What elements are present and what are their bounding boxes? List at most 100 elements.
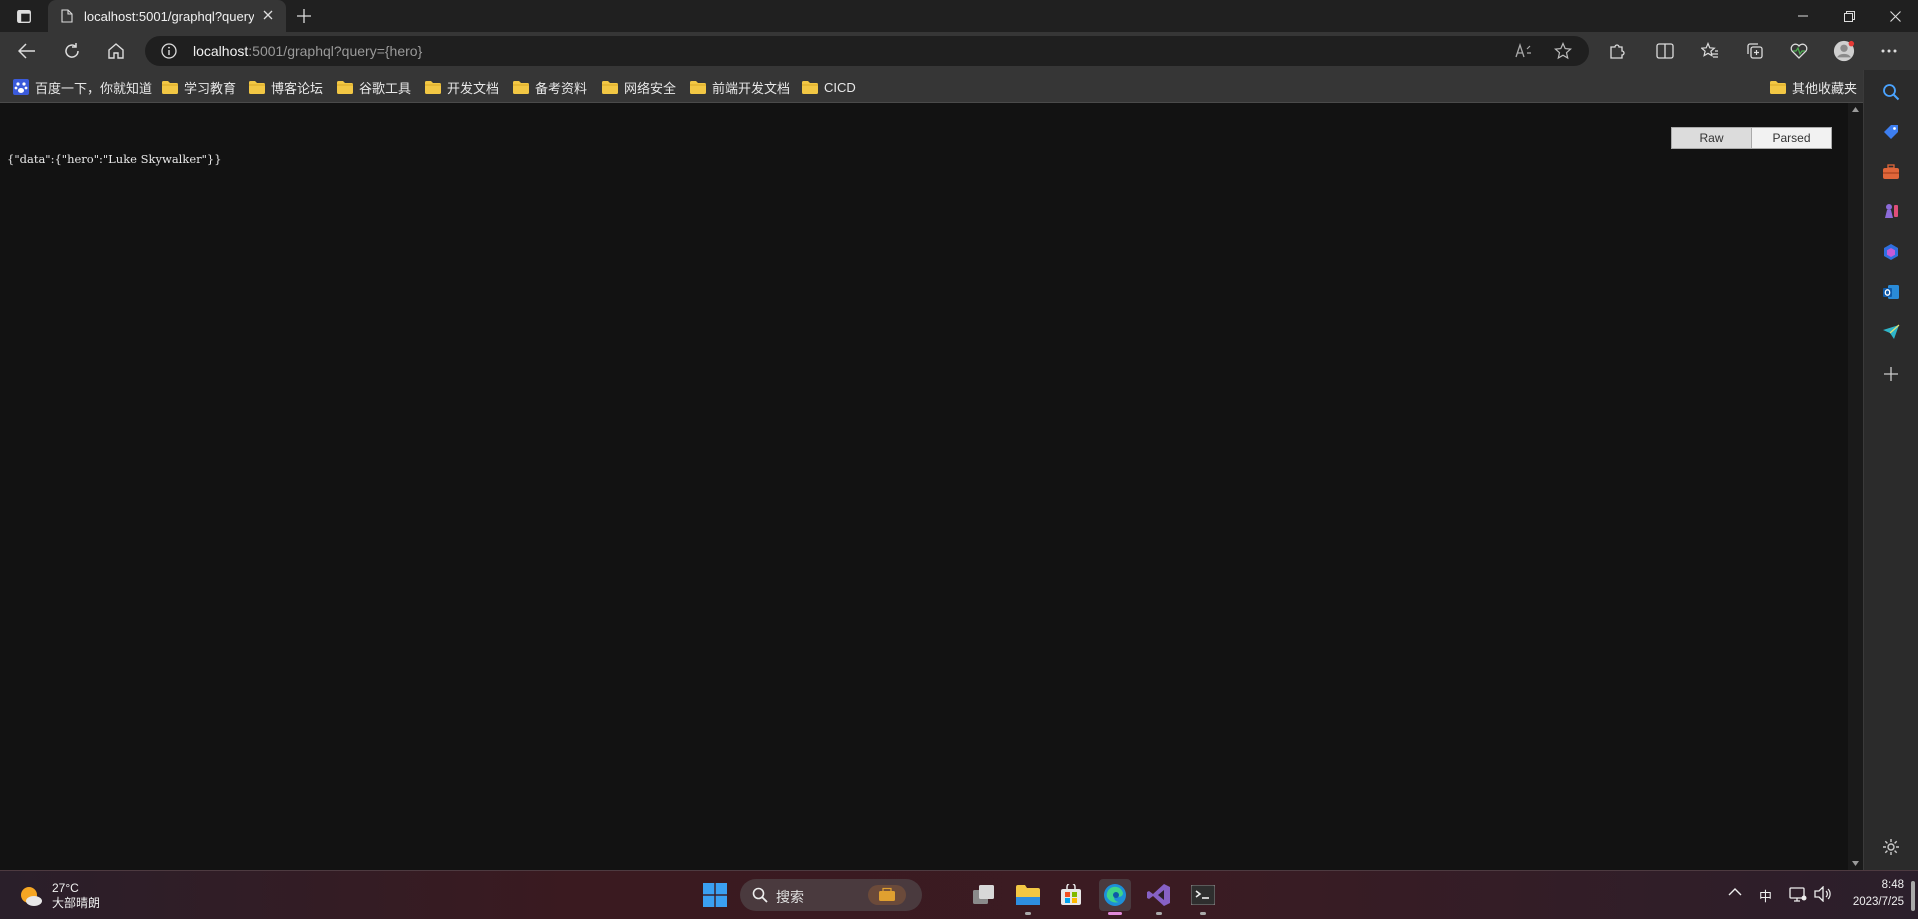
bookmark-folder[interactable]: 开发文档 [425,78,499,96]
start-button[interactable] [699,879,731,911]
sidebar-games-button[interactable] [1881,201,1901,221]
clock-time: 8:48 [1881,879,1904,891]
bookmark-folder[interactable]: 前端开发文档 [690,78,790,96]
bookmark-label: 网络安全 [624,80,677,96]
other-bookmarks-label: 其他收藏夹 [1792,80,1858,96]
new-tab-button[interactable] [294,6,314,26]
show-hidden-icons-button[interactable] [1728,887,1742,897]
home-button[interactable] [105,40,127,62]
chevron-up-icon [1728,888,1742,896]
restore-button[interactable] [1826,0,1872,32]
folder-icon [337,80,353,94]
minimize-button[interactable] [1780,0,1826,32]
read-aloud-button[interactable] [1515,42,1533,60]
terminal-button[interactable] [1187,879,1219,915]
taskbar-search[interactable]: 搜索 [740,879,922,911]
edge-taskbar-button[interactable] [1099,879,1131,915]
browser-essentials-button[interactable] [1788,40,1810,62]
home-icon [108,43,124,59]
browser-tab[interactable]: localhost:5001/graphql?query={h [48,0,286,32]
sidebar-add-button[interactable] [1881,364,1901,384]
folder-icon [802,80,818,94]
url-path: :5001/graphql?query={hero} [248,43,423,59]
refresh-button[interactable] [61,40,83,62]
refresh-icon [65,43,79,58]
site-info-icon[interactable] [161,43,177,59]
bookmark-label: 备考资料 [535,80,588,96]
folder-icon [425,80,441,94]
sidebar-tools-button[interactable] [1881,162,1901,182]
extensions-button[interactable] [1606,40,1628,62]
bookmark-folder[interactable]: 网络安全 [602,78,676,96]
running-indicator [1156,912,1162,915]
paper-plane-icon [1883,324,1900,339]
bookmark-folder[interactable]: 备考资料 [513,78,587,96]
visual-studio-button[interactable] [1143,879,1175,915]
folder-icon [162,80,178,94]
address-bar[interactable]: localhost:5001/graphql?query={hero} [145,36,1589,66]
network-icon [1789,887,1807,902]
collections-button[interactable] [1744,40,1766,62]
tag-icon [1884,125,1898,139]
favorite-button[interactable] [1554,42,1572,60]
back-button[interactable] [16,40,38,62]
bookmark-label: 博客论坛 [271,80,324,96]
visual-studio-icon [1147,884,1170,906]
terminal-icon [1191,885,1215,905]
bookmark-label: 百度一下，你就知道 [35,80,153,96]
partly-sunny-icon [21,887,42,906]
favorites-button[interactable] [1699,40,1721,62]
settings-more-button[interactable] [1878,40,1900,62]
bookmark-folder[interactable]: 学习教育 [162,78,236,96]
read-aloud-icon [1515,43,1531,58]
search-icon [1883,84,1900,101]
chess-icon [1885,204,1898,218]
other-bookmarks[interactable]: 其他收藏夹 [1770,78,1857,96]
outlook-icon [1883,285,1899,299]
bookmark-label: CICD [824,79,856,95]
bookmark-label: 开发文档 [447,80,500,96]
bookmark-folder[interactable]: 谷歌工具 [337,78,411,96]
plus-icon [297,9,311,23]
bookmark-folder[interactable]: CICD [802,78,856,96]
star-icon [1554,42,1572,60]
folder-icon [513,80,529,94]
bookmark-baidu[interactable]: 百度一下，你就知道 [13,78,152,96]
profile-button[interactable] [1833,40,1855,62]
split-screen-button[interactable] [1654,40,1676,62]
sidebar-office-button[interactable] [1881,242,1901,262]
parsed-button[interactable]: Parsed [1752,128,1831,148]
weather-widget[interactable]: 27°C 大部晴朗 [18,881,100,911]
sidebar-drop-button[interactable] [1881,322,1901,342]
split-screen-icon [1656,43,1674,59]
file-explorer-icon [1016,885,1040,905]
input-method-indicator[interactable]: 中 [1759,886,1772,905]
tab-actions-icon [17,9,31,23]
tab-actions-button[interactable] [10,6,38,26]
restore-icon [1843,10,1855,22]
url-text[interactable]: localhost:5001/graphql?query={hero} [193,43,422,59]
favorites-icon [1701,42,1718,58]
show-desktop-button[interactable] [1911,881,1915,911]
search-placeholder: 搜索 [776,889,804,905]
sidebar-outlook-button[interactable] [1881,282,1901,302]
raw-button[interactable]: Raw [1672,128,1752,148]
folder-icon [602,80,618,94]
sidebar-search-button[interactable] [1881,82,1901,102]
search-icon [752,887,768,903]
active-indicator [1108,912,1122,915]
gear-icon [1883,839,1899,855]
bookmark-folder[interactable]: 博客论坛 [249,78,323,96]
file-explorer-button[interactable] [1012,879,1044,915]
network-button[interactable] [1789,886,1807,902]
puzzle-icon [1610,44,1625,59]
tab-close-icon[interactable] [262,9,274,21]
volume-button[interactable] [1814,886,1832,902]
microsoft-store-button[interactable] [1055,879,1087,911]
close-window-button[interactable] [1872,0,1918,32]
task-view-button[interactable] [968,879,1000,911]
sidebar-settings-button[interactable] [1881,837,1901,857]
clock[interactable]: 8:48 2023/7/25 [1840,877,1904,911]
vertical-scrollbar[interactable] [1848,103,1863,870]
sidebar-shopping-button[interactable] [1881,122,1901,142]
